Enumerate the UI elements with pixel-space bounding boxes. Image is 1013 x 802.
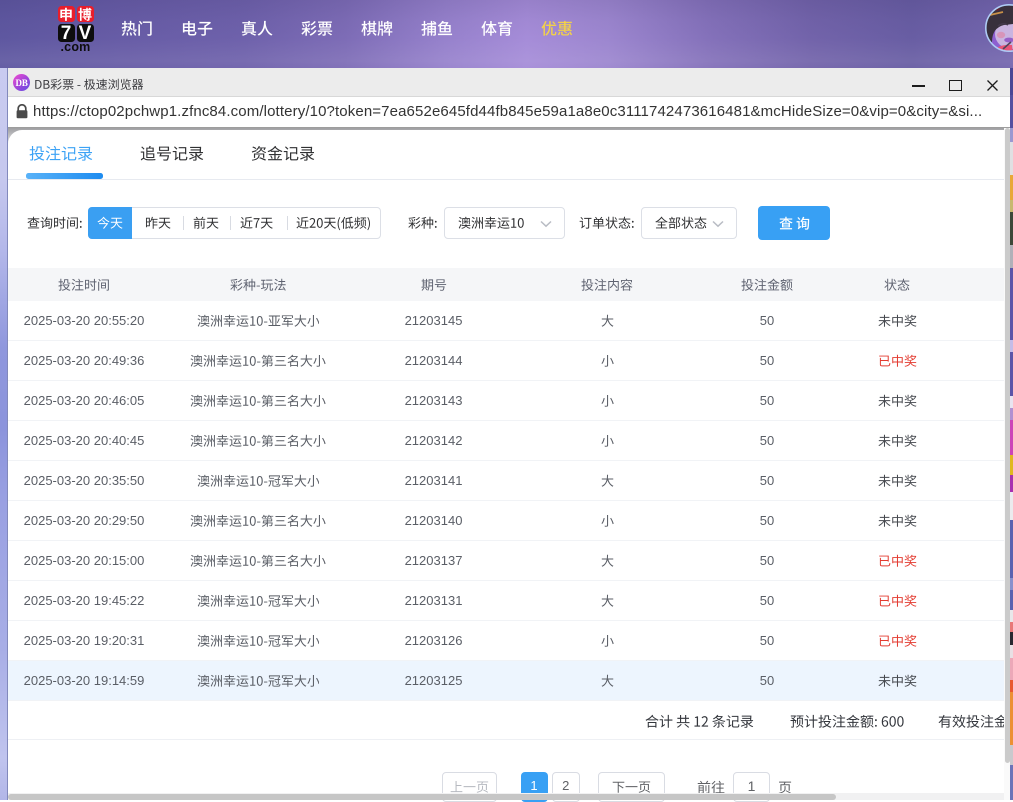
svg-text:DB: DB: [15, 78, 28, 88]
